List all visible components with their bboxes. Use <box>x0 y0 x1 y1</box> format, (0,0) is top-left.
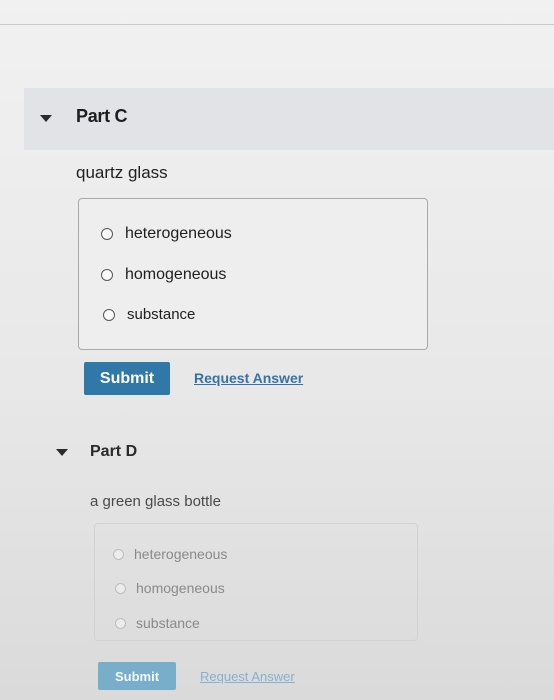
part-d-prompt: a green glass bottle <box>90 493 221 510</box>
choice-label: substance <box>127 306 196 323</box>
part-d-title: Part D <box>90 443 138 460</box>
radio-unselected-icon[interactable] <box>115 582 126 594</box>
choice-label: substance <box>136 615 200 631</box>
part-c-choice-heterogeneous[interactable]: heterogeneous <box>101 225 232 243</box>
part-d-choice-heterogeneous[interactable]: heterogeneous <box>113 546 227 562</box>
part-d-submit-button[interactable]: Submit <box>98 662 176 690</box>
choice-label: homogeneous <box>125 266 227 283</box>
chevron-down-icon[interactable] <box>56 449 68 456</box>
part-d-choice-homogeneous[interactable]: homogeneous <box>115 580 225 596</box>
divider <box>0 24 554 25</box>
part-d-header[interactable]: Part D <box>0 430 554 474</box>
part-c-choice-substance[interactable]: substance <box>103 306 195 323</box>
part-c-title: Part C <box>76 106 128 126</box>
part-c-prompt: quartz glass <box>76 163 168 182</box>
screen: Part C quartz glass heterogeneous homoge… <box>0 0 554 700</box>
radio-unselected-icon[interactable] <box>115 617 126 629</box>
part-d-request-answer-link[interactable]: Request Answer <box>200 669 295 684</box>
chevron-down-icon[interactable] <box>40 115 52 122</box>
choice-label: homogeneous <box>136 580 225 596</box>
part-d-choice-group: heterogeneous homogeneous substance <box>94 523 418 641</box>
part-c-header[interactable]: Part C <box>24 88 554 150</box>
choice-label: heterogeneous <box>134 546 228 562</box>
part-c-request-answer-link[interactable]: Request Answer <box>194 370 303 386</box>
radio-unselected-icon[interactable] <box>103 308 115 321</box>
radio-unselected-icon[interactable] <box>101 228 113 240</box>
part-c-choice-homogeneous[interactable]: homogeneous <box>101 266 226 284</box>
radio-unselected-icon[interactable] <box>101 269 113 281</box>
radio-unselected-icon[interactable] <box>113 548 124 560</box>
part-c-choice-group: heterogeneous homogeneous substance <box>78 198 428 350</box>
part-d-choice-substance[interactable]: substance <box>115 615 200 631</box>
choice-label: heterogeneous <box>125 225 232 242</box>
part-c-submit-button[interactable]: Submit <box>84 362 170 395</box>
